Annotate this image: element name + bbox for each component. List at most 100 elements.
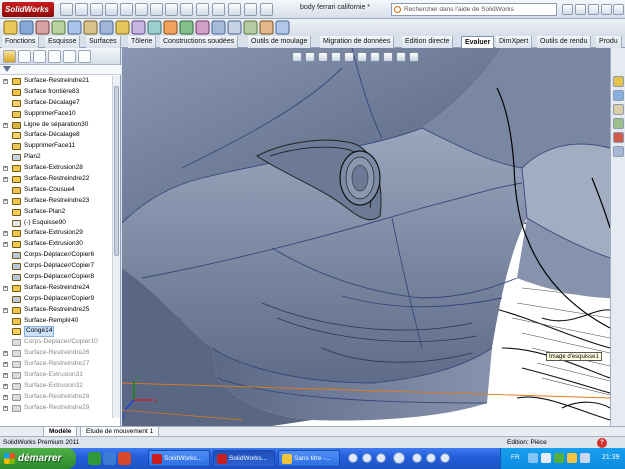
zoom-to-area-icon[interactable] <box>305 52 315 62</box>
expand-plus-icon[interactable]: + <box>3 177 8 183</box>
tab-dimxpert[interactable]: DimXpert <box>496 36 533 48</box>
tab-produ[interactable]: Produ <box>596 36 622 48</box>
feature-tree-item[interactable]: + Surface-Extrusion30 <box>0 239 112 250</box>
feature-tree-item[interactable]: Corps-Déplacer/Copier10 <box>0 337 112 348</box>
file-explorer-icon[interactable] <box>613 104 624 115</box>
media-stop-icon[interactable] <box>376 453 386 463</box>
feature-tree-item[interactable]: (-) Esquisse90 <box>0 218 112 229</box>
feature-tree-item[interactable]: Surface-Décalage8 <box>0 130 112 141</box>
task-solidworks-2[interactable]: SolidWorks... <box>213 450 275 467</box>
view-icon[interactable] <box>228 3 241 16</box>
edit-appearance-icon[interactable] <box>383 52 393 62</box>
feature-tree-item[interactable]: + Surface-Restreindre23 <box>0 196 112 207</box>
feature-tree-item[interactable]: Surface frontière83 <box>0 87 112 98</box>
tab-tolerie[interactable]: Tôlerie <box>128 36 157 48</box>
minimize-icon[interactable] <box>588 4 599 15</box>
expand-plus-icon[interactable]: + <box>3 122 8 128</box>
display-style-icon[interactable] <box>357 52 367 62</box>
feature-tree-item[interactable]: Surface-Remplir40 <box>0 316 112 327</box>
tab-esquisse[interactable]: Esquisse <box>45 36 81 48</box>
volume-icon[interactable] <box>580 453 590 463</box>
quicklaunch-app-icon[interactable] <box>88 452 101 465</box>
solidworks-logo[interactable]: SolidWorks <box>2 2 54 17</box>
feature-tree-item[interactable]: Corps-Déplacer/Copier7 <box>0 261 112 272</box>
help-tray-icon[interactable] <box>528 453 538 463</box>
hide-show-items-icon[interactable] <box>370 52 380 62</box>
design-library-icon[interactable] <box>613 90 624 101</box>
graphics-area[interactable]: Y X Z <box>122 48 610 426</box>
expand-plus-icon[interactable]: + <box>3 242 8 248</box>
feature-tree-item[interactable]: + Surface-Extrusion32 <box>0 381 112 392</box>
restore-icon[interactable] <box>601 4 612 15</box>
tab-surfaces[interactable]: Surfaces <box>86 36 121 48</box>
car-body-model[interactable]: Y X Z <box>122 48 610 426</box>
feature-tree-item[interactable]: + Surface-Restreindre27 <box>0 359 112 370</box>
expand-plus-icon[interactable]: + <box>3 405 8 411</box>
section-icon[interactable] <box>260 3 273 16</box>
language-indicator[interactable]: FR <box>511 454 520 461</box>
open-icon[interactable] <box>75 3 88 16</box>
view-settings-icon[interactable] <box>409 52 419 62</box>
configuration-manager-icon[interactable] <box>33 50 46 63</box>
media-next-icon[interactable] <box>426 453 436 463</box>
tab-migration-de-donnees[interactable]: Migration de données <box>320 36 395 48</box>
feature-tree-item[interactable]: Corps-Déplacer/Copier6 <box>0 250 112 261</box>
security-icon[interactable] <box>567 453 577 463</box>
appearances-icon[interactable] <box>613 132 624 143</box>
zoom-icon[interactable] <box>244 3 257 16</box>
feature-tree-item[interactable]: + Surface-Extrusion28 <box>0 163 112 174</box>
expand-plus-icon[interactable]: + <box>3 198 8 204</box>
feature-tree-item[interactable]: Congé14 <box>0 326 112 337</box>
help-search-input[interactable]: Rechercher dans l'aide de SolidWorks <box>391 3 557 16</box>
expand-plus-icon[interactable]: + <box>3 307 8 313</box>
solidworks-resources-icon[interactable] <box>613 76 624 87</box>
feature-tree-icon[interactable] <box>3 50 16 63</box>
expand-plus-icon[interactable]: + <box>3 351 8 357</box>
expand-plus-icon[interactable]: + <box>3 362 8 368</box>
options-icon[interactable] <box>180 3 193 16</box>
feature-tree-item[interactable]: Corps-Déplacer/Copier9 <box>0 294 112 305</box>
feature-tree-item[interactable]: + Surface-Restreindre29 <box>0 403 112 414</box>
feature-tree-item[interactable]: + Surface-Restreindre25 <box>0 305 112 316</box>
save-icon[interactable] <box>90 3 103 16</box>
feature-tree-item[interactable]: + Surface-Restreindre24 <box>0 283 112 294</box>
zoom-to-fit-icon[interactable] <box>292 52 302 62</box>
expand-plus-icon[interactable]: + <box>3 231 8 237</box>
media-prev-icon[interactable] <box>348 453 358 463</box>
feature-tree-item[interactable]: + Surface-Restreindre26 <box>0 348 112 359</box>
feature-tree-item[interactable]: SupprimerFace10 <box>0 109 112 120</box>
select-icon[interactable] <box>135 3 148 16</box>
search-go-icon[interactable] <box>562 4 573 15</box>
pin-icon[interactable] <box>212 3 225 16</box>
display-manager-icon[interactable] <box>63 50 76 63</box>
expand-plus-icon[interactable]: + <box>3 79 8 84</box>
undo-icon[interactable] <box>120 3 133 16</box>
media-forward-icon[interactable] <box>412 453 422 463</box>
expand-plus-icon[interactable]: + <box>3 373 8 379</box>
previous-view-icon[interactable] <box>318 52 328 62</box>
status-help-icon[interactable]: ? <box>597 438 607 448</box>
antivirus-icon[interactable] <box>554 453 564 463</box>
quicklaunch-browser-icon[interactable] <box>103 452 116 465</box>
feature-tree-item[interactable]: + Surface-Restreindre22 <box>0 174 112 185</box>
file-properties-icon[interactable] <box>165 3 178 16</box>
property-manager-icon[interactable] <box>18 50 31 63</box>
expand-plus-icon[interactable]: + <box>3 166 8 172</box>
media-play-icon[interactable] <box>393 452 405 464</box>
expand-plus-icon[interactable]: + <box>3 285 8 291</box>
tab-outils-de-moulage[interactable]: Outils de moulage <box>248 36 312 48</box>
task-solidworks-1[interactable]: SolidWorks... <box>148 450 210 467</box>
quicklaunch-media-icon[interactable] <box>118 452 131 465</box>
rebuild-icon[interactable] <box>150 3 163 16</box>
feature-tree-item[interactable]: SupprimerFace11 <box>0 141 112 152</box>
network-icon[interactable] <box>541 453 551 463</box>
task-paint[interactable]: Sans titre -... <box>278 450 340 467</box>
search-results-icon[interactable] <box>613 118 624 129</box>
new-document-icon[interactable] <box>60 3 73 16</box>
panel-chevron-icon[interactable] <box>78 50 91 63</box>
expand-plus-icon[interactable]: + <box>3 394 8 400</box>
feature-tree-item[interactable]: Surface-Cousue4 <box>0 185 112 196</box>
custom-properties-icon[interactable] <box>613 146 624 157</box>
apply-scene-icon[interactable] <box>396 52 406 62</box>
feature-tree-item[interactable]: + Surface-Restreindre21 <box>0 76 112 87</box>
